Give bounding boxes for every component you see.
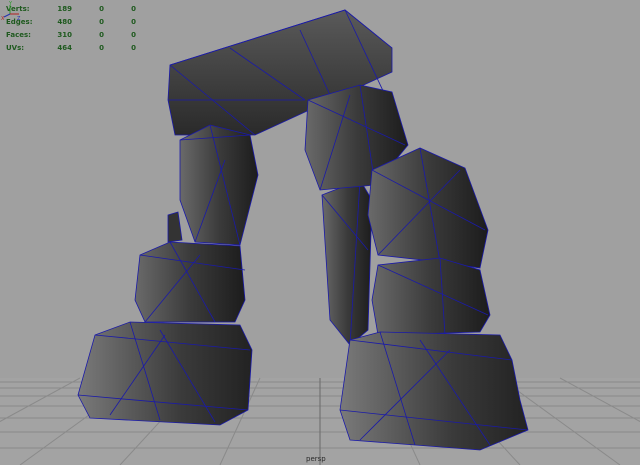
hud-value: 0 (99, 30, 104, 39)
hud-row-edges: Edges: 480 0 0 (6, 15, 136, 28)
right-leg-middle (367, 147, 489, 269)
axis-x-label: X (1, 16, 5, 20)
scene-render (0, 9, 640, 465)
hud-value: 310 (57, 30, 72, 39)
perspective-viewport[interactable]: Verts: 189 0 0 Edges: 480 0 0 Faces: 310… (0, 0, 640, 465)
hud-row-uvs: UVs: 464 0 0 (6, 41, 136, 54)
axis-y-label: Y (8, 1, 13, 7)
hud-value: 0 (99, 4, 104, 13)
hud-value: 189 (57, 4, 72, 13)
right-foot (339, 331, 529, 451)
left-leg-middle (134, 241, 246, 323)
hud-value: 464 (57, 43, 72, 52)
left-foot (77, 321, 253, 426)
hud-label: UVs: (6, 43, 25, 52)
hud-value: 0 (131, 30, 136, 39)
hud-value: 0 (131, 17, 136, 26)
hud-value: 0 (99, 43, 104, 52)
poly-count-hud: Verts: 189 0 0 Edges: 480 0 0 Faces: 310… (6, 2, 136, 54)
hud-value: 0 (131, 43, 136, 52)
hud-value: 0 (131, 4, 136, 13)
left-leg-upper (179, 124, 259, 246)
hud-value: 480 (57, 17, 72, 26)
right-leg-lower (371, 257, 491, 336)
hud-label: Faces: (6, 30, 31, 39)
camera-name-label: persp (306, 455, 326, 463)
hud-row-verts: Verts: 189 0 0 (6, 2, 136, 15)
right-leg-column (321, 179, 373, 346)
hud-row-faces: Faces: 310 0 0 (6, 28, 136, 41)
hud-value: 0 (99, 17, 104, 26)
axis-gizmo-icon: Y X Z (1, 1, 21, 20)
axis-z-label: Z (17, 16, 21, 20)
